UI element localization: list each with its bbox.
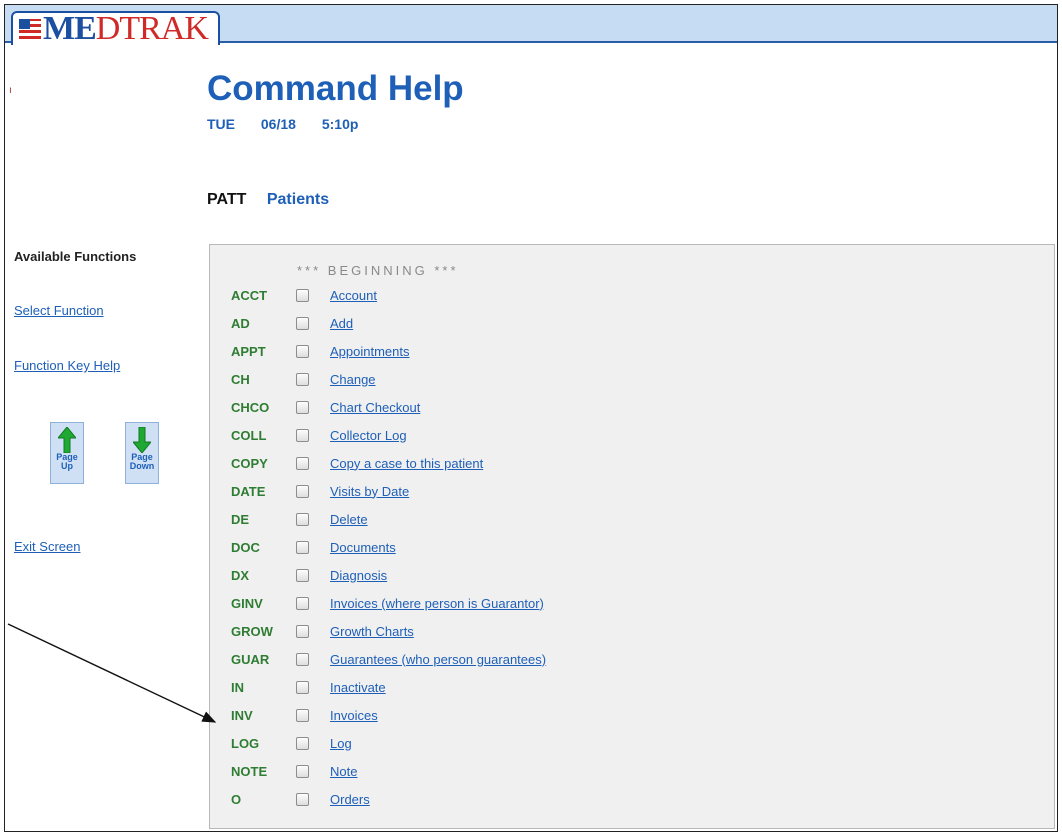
function-code: GUAR: [231, 651, 270, 667]
function-code: ACCT: [231, 287, 268, 303]
function-code: O: [231, 791, 242, 807]
function-checkbox[interactable]: [296, 764, 309, 778]
page-up-label-line2: Up: [61, 461, 73, 471]
tick-mark: ı: [9, 85, 12, 96]
function-code: DE: [231, 511, 250, 527]
function-link[interactable]: Growth Charts: [330, 624, 414, 639]
function-code: IN: [231, 679, 244, 695]
sidebar-heading: Available Functions: [14, 249, 137, 264]
function-link[interactable]: Add: [330, 316, 353, 331]
function-checkbox[interactable]: [296, 372, 309, 386]
function-link[interactable]: Visits by Date: [330, 484, 409, 499]
logo-text: MEDTRAK: [43, 10, 209, 47]
page-up-button[interactable]: Page Up: [50, 422, 84, 484]
function-checkbox[interactable]: [296, 736, 309, 750]
function-link[interactable]: Guarantees (who person guarantees): [330, 652, 546, 667]
function-checkbox[interactable]: [296, 792, 309, 806]
function-checkbox[interactable]: [296, 344, 309, 358]
function-list-panel: *** BEGINNING *** ACCT Account AD Add APPT Ap…: [209, 244, 1055, 829]
function-key-help-link[interactable]: Function Key Help: [14, 358, 120, 373]
function-code: DOC: [231, 539, 260, 555]
function-link[interactable]: Invoices: [330, 708, 378, 723]
command-line: PATT Patients: [207, 191, 329, 209]
function-code: COLL: [231, 427, 267, 443]
function-checkbox[interactable]: [296, 680, 309, 694]
function-code: GROW: [231, 623, 273, 639]
beginning-marker: *** BEGINNING ***: [297, 263, 459, 278]
function-code: INV: [231, 707, 253, 723]
function-link[interactable]: Orders: [330, 792, 370, 807]
page-down-label-line2: Down: [129, 461, 155, 471]
function-code: DX: [231, 567, 250, 583]
function-checkbox[interactable]: [296, 428, 309, 442]
function-code: CH: [231, 371, 250, 387]
function-checkbox[interactable]: [296, 568, 309, 582]
function-code: COPY: [231, 455, 268, 471]
function-checkbox[interactable]: [296, 512, 309, 526]
function-code: APPT: [231, 343, 266, 359]
arrow-down-icon: [133, 427, 151, 453]
function-link[interactable]: Note: [330, 764, 357, 779]
function-link[interactable]: Copy a case to this patient: [330, 456, 483, 471]
command-name: Patients: [266, 191, 330, 208]
exit-screen-link[interactable]: Exit Screen: [14, 539, 80, 554]
function-link[interactable]: Appointments: [330, 344, 410, 359]
function-checkbox[interactable]: [296, 652, 309, 666]
function-checkbox[interactable]: [296, 484, 309, 498]
function-checkbox[interactable]: [296, 708, 309, 722]
function-code: AD: [231, 315, 250, 331]
function-checkbox[interactable]: [296, 456, 309, 470]
sidebar: Available Functions Select Function Func…: [14, 249, 194, 554]
time-label: 5:10p: [321, 116, 359, 132]
function-link[interactable]: Invoices (where person is Guarantor): [330, 596, 544, 611]
function-link[interactable]: Collector Log: [330, 428, 407, 443]
function-code: GINV: [231, 595, 263, 611]
function-link[interactable]: Documents: [330, 540, 396, 555]
date-line: TUE 06/18 5:10p: [207, 116, 380, 132]
function-checkbox[interactable]: [296, 540, 309, 554]
function-link[interactable]: Chart Checkout: [330, 400, 420, 415]
function-link[interactable]: Diagnosis: [330, 568, 387, 583]
function-code: NOTE: [231, 763, 268, 779]
day-label: TUE: [207, 116, 235, 132]
function-code: DATE: [231, 483, 266, 499]
function-checkbox[interactable]: [296, 400, 309, 414]
function-checkbox[interactable]: [296, 316, 309, 330]
function-code: CHCO: [231, 399, 270, 415]
page-title: Command Help: [207, 69, 464, 108]
function-link[interactable]: Log: [330, 736, 352, 751]
function-link[interactable]: Inactivate: [330, 680, 386, 695]
function-checkbox[interactable]: [296, 596, 309, 610]
medtrak-logo: MEDTRAK: [11, 10, 220, 47]
function-checkbox[interactable]: [296, 624, 309, 638]
function-code: LOG: [231, 735, 260, 751]
function-link[interactable]: Account: [330, 288, 377, 303]
page-down-button[interactable]: Page Down: [125, 422, 159, 484]
function-link[interactable]: Delete: [330, 512, 368, 527]
flag-icon: [19, 19, 41, 39]
command-code: PATT: [207, 191, 247, 208]
function-link[interactable]: Change: [330, 372, 376, 387]
arrow-up-icon: [58, 427, 76, 453]
date-label: 06/18: [260, 116, 296, 132]
select-function-link[interactable]: Select Function: [14, 303, 104, 318]
function-checkbox[interactable]: [296, 288, 309, 302]
